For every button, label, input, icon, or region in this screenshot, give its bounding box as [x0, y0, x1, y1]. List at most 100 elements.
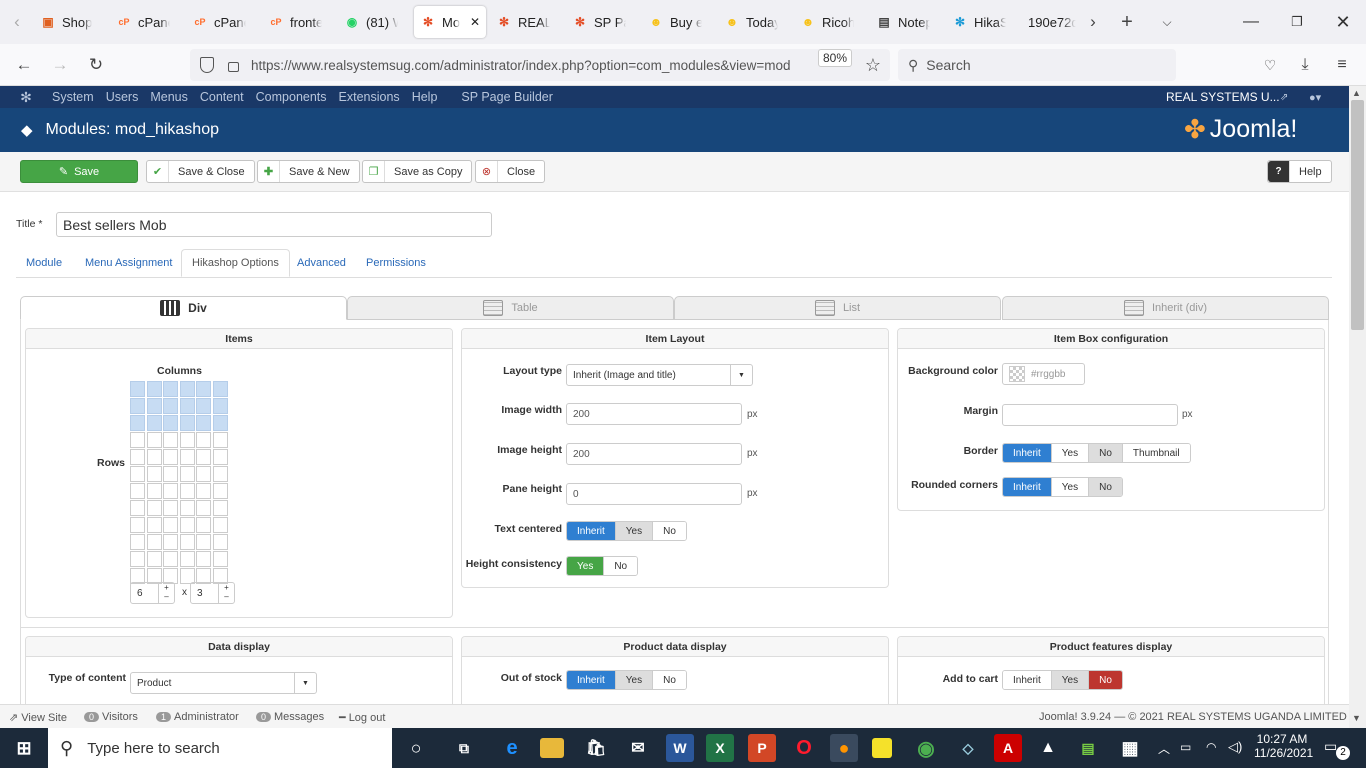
- border-inherit[interactable]: Inherit: [1003, 444, 1052, 462]
- grid-cell[interactable]: [163, 415, 178, 431]
- height-consistency-no[interactable]: No: [604, 557, 638, 575]
- grid-cell[interactable]: [146, 551, 162, 567]
- url-bar[interactable]: https://www.realsystemsug.com/administra…: [190, 49, 890, 81]
- margin-input[interactable]: [1002, 404, 1178, 426]
- grid-cell[interactable]: [146, 517, 162, 533]
- browser-tab[interactable]: ✻ REAL: [490, 6, 556, 38]
- grid-cell[interactable]: [212, 483, 228, 499]
- grid-cell[interactable]: [130, 483, 145, 499]
- grid-cell[interactable]: [212, 500, 228, 516]
- grid-cell[interactable]: [212, 381, 228, 397]
- out-of-stock-yes[interactable]: Yes: [615, 671, 654, 689]
- messages-link[interactable]: 0 Messages: [256, 711, 324, 723]
- grid-cell[interactable]: [196, 483, 211, 499]
- grid-cell[interactable]: [163, 517, 178, 533]
- store-icon[interactable]: 🛍: [582, 734, 610, 762]
- spinner-arrows-icon[interactable]: + –: [158, 583, 174, 603]
- browser-tab[interactable]: ▣ Shop: [34, 6, 100, 38]
- grid-cell[interactable]: [179, 432, 195, 448]
- grid-cell[interactable]: [179, 500, 195, 516]
- save-copy-button[interactable]: ❐ Save as Copy: [362, 160, 473, 183]
- grid-cell[interactable]: [196, 466, 211, 482]
- excel-icon[interactable]: X: [706, 734, 734, 762]
- word-icon[interactable]: W: [666, 734, 694, 762]
- browser-tab[interactable]: ▤ Notep: [870, 6, 936, 38]
- border-no[interactable]: No: [1089, 444, 1123, 462]
- admin-menu-item[interactable]: Extensions: [339, 90, 400, 104]
- grid-cell[interactable]: [146, 398, 162, 414]
- height-consistency-yes[interactable]: Yes: [567, 557, 605, 575]
- browser-tab[interactable]: ✻ HikaS: [946, 6, 1012, 38]
- grid-cell[interactable]: [130, 449, 145, 465]
- browser-tab[interactable]: ✻ SP Pa: [566, 6, 632, 38]
- visitors-link[interactable]: 0 Visitors: [84, 711, 138, 723]
- grid-cell[interactable]: [196, 398, 211, 414]
- browser-tab[interactable]: ☻ Buy el: [642, 6, 708, 38]
- save-button[interactable]: ✎ Save: [20, 160, 138, 183]
- browser-tab[interactable]: 190e72df: [1022, 6, 1082, 38]
- clock[interactable]: 10:27 AM 11/26/2021: [1254, 732, 1313, 760]
- grid-cell[interactable]: [163, 500, 178, 516]
- browser-tab[interactable]: ✻ Mo ✕: [414, 6, 486, 38]
- grid-cell[interactable]: [179, 466, 195, 482]
- forward-icon[interactable]: →: [47, 52, 73, 78]
- grid-cell[interactable]: [163, 551, 178, 567]
- sticky-notes-icon[interactable]: [872, 738, 892, 758]
- admin-menu-item[interactable]: Users: [106, 90, 139, 104]
- chrome-icon[interactable]: ◉: [912, 734, 940, 762]
- acrobat-icon[interactable]: A: [994, 734, 1022, 762]
- admin-menu-item[interactable]: SP Page Builder: [461, 90, 553, 104]
- powerpoint-icon[interactable]: P: [748, 734, 776, 762]
- mail-icon[interactable]: ✉: [624, 734, 652, 762]
- grid-cell[interactable]: [163, 398, 178, 414]
- grid-cell[interactable]: [146, 466, 162, 482]
- border-yes[interactable]: Yes: [1051, 444, 1090, 462]
- grid-cell[interactable]: [179, 534, 195, 550]
- grid-cell[interactable]: [212, 398, 228, 414]
- grid-cell[interactable]: [130, 398, 145, 414]
- user-menu-label[interactable]: REAL SYSTEMS U...: [1166, 90, 1280, 104]
- opera-icon[interactable]: O: [790, 734, 818, 762]
- add-to-cart-no[interactable]: No: [1089, 671, 1122, 689]
- administrator-link[interactable]: 1 Administrator: [156, 711, 239, 723]
- grid-cell[interactable]: [196, 381, 211, 397]
- firefox-icon[interactable]: ●: [830, 734, 858, 762]
- rounded-yes[interactable]: Yes: [1051, 478, 1090, 496]
- scroll-up-icon[interactable]: ▲: [1352, 88, 1361, 98]
- out-of-stock-no[interactable]: No: [653, 671, 686, 689]
- grid-cell[interactable]: [212, 534, 228, 550]
- volume-icon[interactable]: ◁): [1228, 739, 1242, 755]
- reload-icon[interactable]: ↻: [83, 52, 109, 78]
- menu-icon[interactable]: ≡: [1329, 52, 1355, 78]
- grid-cell[interactable]: [212, 517, 228, 533]
- rounded-no[interactable]: No: [1089, 478, 1122, 496]
- close-tab-icon[interactable]: ✕: [470, 15, 480, 29]
- grid-cell[interactable]: [212, 432, 228, 448]
- layout-tab-list[interactable]: List: [674, 296, 1001, 320]
- restore-icon[interactable]: ❐: [1274, 0, 1320, 44]
- taskbar-search-box[interactable]: ⚲ Type here to search: [48, 728, 392, 768]
- grid-cell[interactable]: [146, 534, 162, 550]
- grid-cell[interactable]: [130, 466, 145, 482]
- browser-tab[interactable]: ☻ Ricoh: [794, 6, 860, 38]
- browser-tab[interactable]: cP cPane: [110, 6, 176, 38]
- grid-cell[interactable]: [163, 432, 178, 448]
- items-grid-selector[interactable]: [130, 381, 228, 584]
- text-centered-no[interactable]: No: [653, 522, 686, 540]
- save-new-button[interactable]: ✚ Save & New: [257, 160, 360, 183]
- columns-spinner[interactable]: 6 + –: [130, 582, 175, 604]
- grid-cell[interactable]: [163, 466, 178, 482]
- minimize-icon[interactable]: —: [1228, 0, 1274, 44]
- photos-icon[interactable]: ▲: [1034, 734, 1062, 762]
- grid-cell[interactable]: [196, 534, 211, 550]
- grid-cell[interactable]: [179, 398, 195, 414]
- tab-hikashop-options[interactable]: Hikashop Options: [181, 249, 290, 277]
- grid-cell[interactable]: [163, 381, 178, 397]
- border-thumbnail[interactable]: Thumbnail: [1122, 444, 1190, 462]
- grid-cell[interactable]: [179, 551, 195, 567]
- grid-cell[interactable]: [130, 500, 145, 516]
- grid-cell[interactable]: [179, 517, 195, 533]
- grid-cell[interactable]: [146, 415, 162, 431]
- browser-tab[interactable]: ☻ Today: [718, 6, 784, 38]
- grid-cell[interactable]: [163, 534, 178, 550]
